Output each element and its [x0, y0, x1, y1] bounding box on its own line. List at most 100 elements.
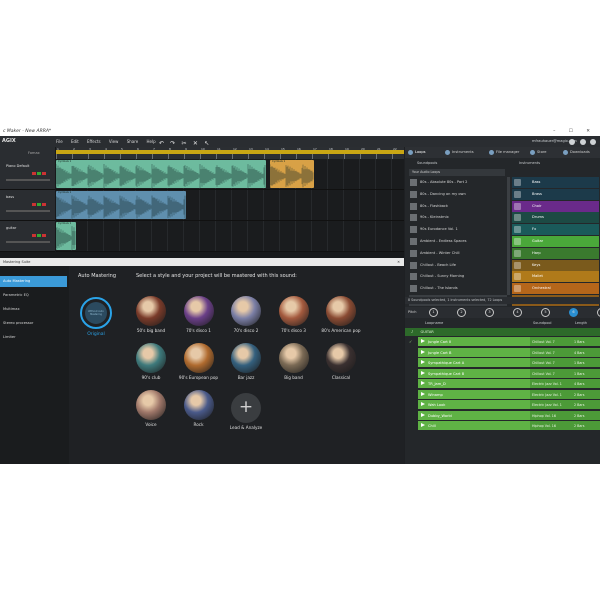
loop-row[interactable]: TR_Jam_D Electric Jazz Vol. 14 Bars	[405, 379, 600, 389]
loop-name-cell[interactable]: Sympathique Cart A	[418, 358, 530, 367]
tab-downloads[interactable]: Downloads	[563, 147, 590, 158]
loop-row[interactable]: Chill Hiphop Vol. 16 2 Bars	[405, 421, 600, 431]
loop-name-cell[interactable]: Jungle Cart B	[418, 347, 530, 357]
soundpool-item[interactable]: Ambient - Winter Chill	[409, 248, 507, 259]
sidebar-item-parametric-eq[interactable]: Parametric EQ	[0, 290, 67, 301]
menu-edit[interactable]: Edit	[71, 139, 79, 144]
style-button[interactable]: Rock	[176, 390, 222, 427]
redo-icon[interactable]: ↷	[169, 140, 176, 147]
instrument-item[interactable]: Harp	[512, 247, 599, 259]
loop-row[interactable]: Dubby_World Hiphop Vol. 16 2 Bars	[405, 410, 600, 421]
pitch-button[interactable]: 1	[429, 308, 438, 317]
track-lane-2[interactable]: Cymbals 1	[56, 190, 404, 221]
loop-name-cell[interactable]: Wah Look	[418, 400, 530, 409]
loop-row[interactable]: Wah Look Electric Jazz Vol. 12 Bars	[405, 400, 600, 410]
loop-filter-select[interactable]: Your Audio Loops	[409, 169, 505, 176]
scissors-icon[interactable]: ✕	[192, 140, 199, 147]
loop-name-cell[interactable]: Sympathique Cart B	[418, 368, 530, 378]
audio-clip[interactable]: Cymbals 1	[270, 160, 314, 188]
pitch-button[interactable]: 2	[457, 308, 466, 317]
instrument-item[interactable]: Bass	[512, 177, 599, 188]
loop-row[interactable]: ✓ Jungle Cart II Chillout Vol. 71 Bars	[405, 337, 600, 347]
instrument-item[interactable]: Guitar	[512, 236, 599, 247]
loop-name-cell[interactable]: Dubby_World	[418, 410, 530, 420]
play-icon[interactable]	[421, 381, 425, 385]
tab-instruments[interactable]: Instruments	[445, 147, 474, 158]
track-lane-1[interactable]: Cymbals 1 Cymbals 1	[56, 159, 404, 190]
audio-clip[interactable]: Cymbals 1	[56, 160, 266, 188]
close-icon[interactable]: ✕	[397, 258, 400, 266]
style-button[interactable]: Big band	[271, 343, 317, 380]
soundpool-item[interactable]: Chillout - The Islands	[409, 283, 507, 294]
instrument-item[interactable]: Fx	[512, 224, 599, 236]
soundpool-item[interactable]: 80s - Flashback	[409, 201, 507, 212]
track-buttons[interactable]	[32, 160, 47, 179]
soundpool-item[interactable]: 90s - Kleinstmix	[409, 212, 507, 223]
loop-name-cell[interactable]: TR_Jam_D	[418, 379, 530, 388]
soundpool-item[interactable]: 90s Eurodance Vol. 1	[409, 224, 507, 235]
play-icon[interactable]	[421, 423, 425, 427]
tab-loops[interactable]: Loops	[408, 147, 426, 158]
volume-slider[interactable]	[6, 210, 50, 212]
loop-row[interactable]: Winamp Electric Jazz Vol. 12 Bars	[405, 389, 600, 400]
original-style-button[interactable]: Without Auto Mastering	[80, 297, 112, 329]
track-header-3[interactable]: guitar	[0, 221, 55, 252]
style-button[interactable]: Voice	[128, 390, 174, 427]
instrument-item[interactable]: Choir	[512, 200, 599, 212]
menu-view[interactable]: View	[109, 139, 119, 144]
style-button[interactable]: 90's club	[128, 343, 174, 380]
style-button[interactable]: 70's disco 3	[271, 296, 317, 333]
loop-name-cell[interactable]: Chill	[418, 421, 530, 430]
style-button[interactable]: 90's European pop	[176, 343, 222, 380]
soundpool-item[interactable]: Chillout - Sunny Morning	[409, 271, 507, 282]
col-soundpool[interactable]: Soundpool	[533, 319, 552, 327]
style-button[interactable]: 70's disco 2	[223, 296, 269, 333]
loop-range-bar[interactable]	[56, 150, 404, 154]
instrument-item[interactable]: Keys	[512, 259, 599, 271]
play-icon[interactable]	[421, 370, 425, 375]
play-icon[interactable]	[421, 360, 425, 364]
sidebar-item-auto-mastering[interactable]: Auto Mastering	[0, 276, 67, 287]
lead-analyze-button[interactable]: + Lead & Analyze	[223, 393, 269, 430]
style-button[interactable]: 70's disco 1	[176, 296, 222, 333]
menu-effects[interactable]: Effects	[87, 139, 101, 144]
account-icon[interactable]	[579, 139, 586, 145]
audio-clip[interactable]: Cymbals 1	[56, 222, 76, 250]
instrument-item[interactable]: Orchestral	[512, 283, 599, 295]
col-loopname[interactable]: Loopname	[425, 319, 443, 327]
volume-slider[interactable]	[6, 241, 50, 243]
soundpool-item[interactable]: Chillout - Beach Life	[409, 260, 507, 271]
undo-icon[interactable]: ↶	[158, 140, 165, 147]
play-icon[interactable]	[421, 339, 425, 343]
menu-share[interactable]: Share	[127, 139, 139, 144]
menu-help[interactable]: Help	[147, 139, 156, 144]
pitch-button[interactable]: 5	[541, 308, 550, 317]
sidebar-item-limiter[interactable]: Limiter	[0, 332, 67, 343]
pitch-button[interactable]: 4	[513, 308, 522, 317]
pointer-icon[interactable]: ↖	[203, 140, 210, 147]
col-length[interactable]: Length	[575, 319, 587, 327]
sidebar-item-multimax[interactable]: Multimax	[0, 304, 67, 315]
sidebar-item-stereo-processor[interactable]: Stereo processor	[0, 318, 67, 329]
loop-row[interactable]: Sympathique Cart A Chillout Vol. 71 Bars	[405, 358, 600, 368]
play-icon[interactable]	[421, 402, 425, 406]
soundpool-item[interactable]: 80s - Dancing on my own	[409, 189, 507, 200]
loop-name-cell[interactable]: Winamp	[418, 389, 530, 399]
track-header-2[interactable]: bass	[0, 190, 55, 221]
loop-row[interactable]: Sympathique Cart B Chillout Vol. 71 Bars	[405, 368, 600, 379]
play-icon[interactable]	[421, 349, 425, 354]
style-button[interactable]: 50's big band	[128, 296, 174, 333]
timeline-ruler[interactable]: 1 2 3 4 5 6 7 8 9 10 11 12 13 14 15 16 17 18 19 20 21 22	[56, 147, 404, 159]
track-lane-3[interactable]: Cymbals 1	[56, 221, 404, 252]
track-header-1[interactable]: Piano Default	[0, 159, 55, 190]
menu-file[interactable]: File	[56, 139, 63, 144]
play-icon[interactable]	[421, 391, 425, 396]
pitch-button[interactable]: 6	[569, 308, 578, 317]
instrument-item[interactable]: Drums	[512, 212, 599, 224]
window-controls[interactable]: – ☐ ✕	[553, 127, 596, 136]
loop-name-cell[interactable]: Jungle Cart II	[418, 337, 530, 346]
instrument-item[interactable]: Brass	[512, 188, 599, 200]
pitch-button[interactable]: 3	[485, 308, 494, 317]
help-icon[interactable]	[569, 139, 576, 145]
tab-file-manager[interactable]: File manager	[489, 147, 519, 158]
